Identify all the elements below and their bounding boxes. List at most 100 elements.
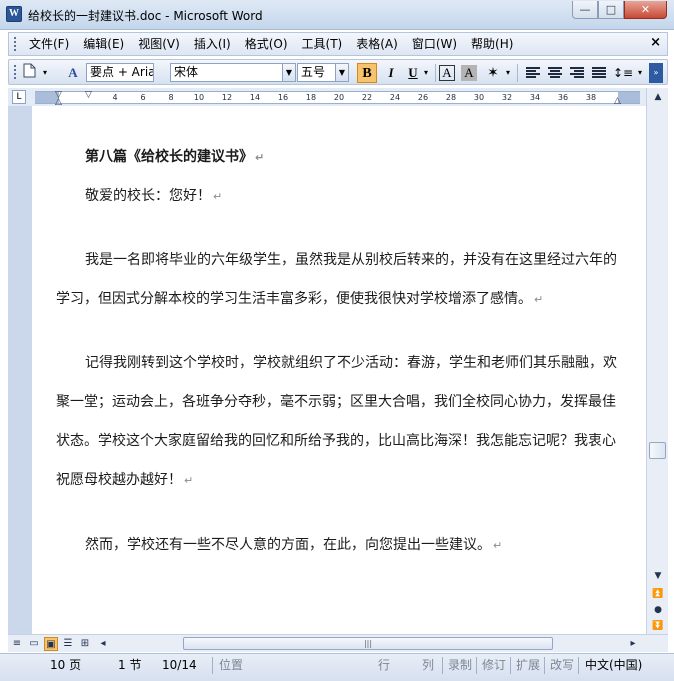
status-section: 1 节 [118,658,142,672]
outline-view-icon[interactable]: ☰ [61,637,75,651]
status-separator [476,657,477,674]
style-combo[interactable]: 要点 + Aria [86,63,154,82]
right-indent-marker[interactable]: △ [614,97,621,106]
paragraph-2-line-4[interactable]: 祝愿母校越办越好！ ↵ [56,469,622,489]
toolbar-separator [517,64,518,82]
chevron-down-icon[interactable]: ▼ [335,64,348,81]
menu-window[interactable]: 窗口(W) [405,33,464,55]
vertical-scrollbar[interactable]: ▲ ▼ ⏫ ● ⏬ [646,88,668,634]
status-separator [510,657,511,674]
text-effect-icon[interactable]: ✶ [483,63,503,83]
document-page[interactable]: 第八篇《给校长的建议书》 ↵ 敬爱的校长：您好！ ↵ 我是一名即将毕业的六年级学生，… [32,106,646,634]
tab-selector-button[interactable]: L [12,90,26,104]
ruler-number: 28 [445,93,457,102]
styles-pane-icon[interactable]: A [63,63,83,83]
menu-edit[interactable]: 编辑(E) [76,33,131,55]
menu-tools[interactable]: 工具(T) [295,33,350,55]
paragraph-1-line-1[interactable]: 我是一名即将毕业的六年级学生，虽然我是从别校后转来的，并没有在这里经过六年的 [56,249,622,269]
document-area[interactable]: 第八篇《给校长的建议书》 ↵ 敬爱的校长：您好！ ↵ 我是一名即将毕业的六年级学生，… [32,106,646,634]
line-spacing-dropdown-icon[interactable]: ▾ [635,63,645,83]
menu-view[interactable]: 视图(V) [131,33,187,55]
document-heading[interactable]: 第八篇《给校长的建议书》 ↵ [56,146,622,166]
status-page-count: 10/14 [162,658,197,672]
status-language[interactable]: 中文(中国) [585,657,642,674]
character-border-button[interactable]: A [439,65,455,81]
ruler-number: 14 [249,93,261,102]
paragraph-1-line-2[interactable]: 学习，但因式分解本校的学习生活丰富多彩，便使我很快对学校增添了感情。 ↵ [56,288,622,308]
menu-insert[interactable]: 插入(I) [187,33,238,55]
font-combo[interactable]: 宋体 ▼ [170,63,296,82]
paragraph-mark-icon: ↵ [534,293,544,306]
normal-view-icon[interactable]: ≡ [10,637,24,651]
paragraph-2-line-1[interactable]: 记得我刚转到这个学校时，学校就组织了不少活动：春游，学生和老师们其乐融融，欢 [56,352,622,372]
ruler-number: 22 [361,93,373,102]
previous-page-icon[interactable]: ⏫ [650,586,666,602]
document-close-icon[interactable]: × [650,35,661,50]
align-left-icon[interactable] [523,63,543,83]
text-effect-dropdown-icon[interactable]: ▾ [503,63,513,83]
greeting-paragraph[interactable]: 敬爱的校长：您好！ ↵ [56,185,622,205]
toolbar-grip-handle[interactable] [13,64,17,80]
close-button[interactable]: ✕ [624,1,667,19]
paragraph-mark-icon: ↵ [255,151,265,164]
status-extend[interactable]: 扩展 [516,657,540,674]
paragraph-indent-marker[interactable]: ▽ [85,91,92,100]
menu-file[interactable]: 文件(F) [22,33,76,55]
menu-format[interactable]: 格式(O) [238,33,295,55]
ruler-number: 30 [473,93,485,102]
ruler-right-margin [618,92,640,103]
align-right-icon[interactable] [567,63,587,83]
justify-icon[interactable] [589,63,609,83]
scroll-left-icon[interactable]: ◂ [96,637,110,651]
horizontal-ruler[interactable]: ▽ △ ▽ △ 4 6 8 10 12 14 16 18 20 22 24 26 28 30 32 34 36 3… [35,91,640,107]
font-size-combo[interactable]: 五号 ▼ [297,63,349,82]
chevron-down-icon[interactable]: ▼ [282,64,295,81]
horizontal-scrollbar-row: ≡ ▭ ▣ ☰ ⊞ ◂ ||| ▸ [8,634,668,652]
menu-help[interactable]: 帮助(H) [464,33,520,55]
reading-layout-icon[interactable]: ⊞ [78,637,92,651]
vertical-ruler[interactable] [8,106,32,634]
vertical-scroll-thumb[interactable] [649,442,666,459]
next-page-icon[interactable]: ⏬ [650,618,666,634]
web-layout-icon[interactable]: ▭ [27,637,41,651]
status-overtype[interactable]: 改写 [550,657,574,674]
horizontal-scroll-thumb[interactable]: ||| [183,637,553,650]
new-document-icon[interactable] [19,63,39,83]
line-spacing-icon[interactable]: ↕≡ [613,63,633,83]
scroll-up-icon[interactable]: ▲ [650,89,666,105]
ruler-number: 34 [529,93,541,102]
status-revise[interactable]: 修订 [482,657,506,674]
paragraph-mark-icon: ↵ [493,539,503,552]
horizontal-ruler-bar: L ▽ △ ▽ △ 4 6 8 10 12 14 16 18 20 22 24 26 28 30 32 34 3… [8,88,668,107]
align-center-icon[interactable] [545,63,565,83]
window-title: 给校长的一封建议书.doc - Microsoft Word [28,9,263,23]
underline-button[interactable]: U [403,63,423,83]
status-record[interactable]: 录制 [448,657,472,674]
ruler-number: 4 [112,93,118,102]
maximize-button[interactable]: □ [598,1,624,19]
ruler-number: 8 [168,93,174,102]
paragraph-2-line-3[interactable]: 状态。学校这个大家庭留给我的回忆和所给予我的，比山高比海深！我怎能忘记呢？我衷心 [56,430,622,450]
word-doc-icon[interactable]: W [6,6,22,22]
bold-button[interactable]: B [357,63,377,83]
ruler-number: 12 [221,93,233,102]
menu-grip-handle[interactable] [13,36,17,52]
underline-dropdown-icon[interactable]: ▾ [421,63,431,83]
minimize-button[interactable]: — [572,1,598,19]
toolbar-options-icon[interactable]: ▾ [39,63,51,83]
print-layout-icon[interactable]: ▣ [44,637,58,651]
status-line: 行 [378,658,391,672]
scroll-right-icon[interactable]: ▸ [626,637,640,651]
paragraph-3-line-1[interactable]: 然而，学校还有一些不尽人意的方面，在此，向您提出一些建议。 ↵ [56,534,622,554]
status-separator [578,657,579,674]
status-page: 10 页 [50,658,82,672]
select-browse-object-icon[interactable]: ● [650,602,666,618]
paragraph-mark-icon: ↵ [184,474,194,487]
paragraph-2-line-2[interactable]: 聚一堂；运动会上，各班争分夺秒，毫不示弱；区里大合唱，我们全校同心协力，发挥最佳 [56,391,622,411]
paragraph-mark-icon: ↵ [213,190,223,203]
character-shading-button[interactable]: A [461,65,477,81]
scroll-down-icon[interactable]: ▼ [650,568,666,584]
italic-button[interactable]: I [381,63,401,83]
menu-table[interactable]: 表格(A) [349,33,405,55]
toolbar-overflow-icon[interactable]: » [649,63,663,83]
